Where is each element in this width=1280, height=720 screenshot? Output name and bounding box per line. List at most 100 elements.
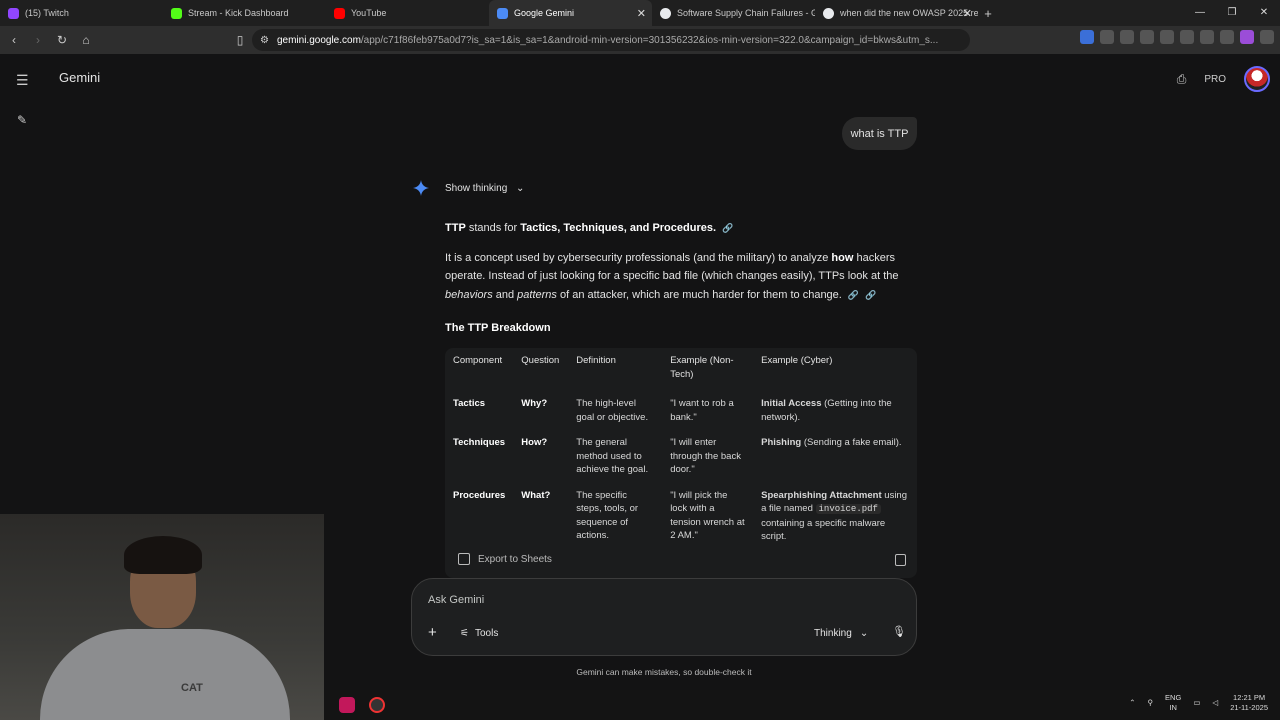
tab-youtube[interactable]: YouTube bbox=[326, 0, 489, 26]
gemini-icon bbox=[497, 7, 508, 19]
copy-icon[interactable] bbox=[895, 554, 906, 566]
tools-button[interactable]: ⚟ Tools bbox=[460, 628, 498, 639]
text: containing a specific malware script. bbox=[761, 517, 886, 543]
close-tab-icon[interactable]: ✕ bbox=[637, 7, 646, 20]
cell-definition: The specific steps, tools, or sequence o… bbox=[576, 489, 639, 542]
minimize-icon[interactable]: — bbox=[1184, 0, 1216, 26]
text: and bbox=[492, 288, 518, 301]
microphone-icon[interactable]: 🎙 bbox=[892, 625, 906, 638]
cell-component: Techniques bbox=[453, 437, 506, 448]
user-message: what is TTP bbox=[842, 117, 917, 150]
text: (Sending a fake email). bbox=[801, 437, 902, 448]
reload-icon[interactable]: ↻ bbox=[52, 33, 72, 47]
column-header: Component bbox=[453, 355, 503, 366]
person-hair bbox=[124, 536, 202, 574]
sidebar-toggle-icon[interactable] bbox=[1160, 30, 1174, 44]
tab-twitch[interactable]: (15) Twitch bbox=[0, 0, 163, 26]
puzzle-icon[interactable] bbox=[1120, 30, 1134, 44]
response-paragraph: TTP stands for Tactics, Techniques, and … bbox=[445, 219, 917, 238]
app-icon[interactable] bbox=[369, 697, 385, 713]
tab-gemini[interactable]: Google Gemini ✕ bbox=[489, 0, 652, 26]
tab-kick[interactable]: Stream - Kick Dashboard bbox=[163, 0, 326, 26]
bold-text: Spearphishing Attachment bbox=[761, 489, 882, 501]
toolbar: ‹ › ↻ ⌂ ▯ ⚙ gemini.google.com/app/c71f86… bbox=[0, 26, 1280, 54]
extension-icon[interactable] bbox=[1140, 30, 1154, 44]
table-header: Component Question Definition Example (N… bbox=[445, 348, 917, 391]
mode-selector[interactable]: Thinking ⌄ bbox=[814, 628, 868, 639]
volume-icon[interactable]: ◁ bbox=[1212, 698, 1218, 708]
back-icon[interactable]: ‹ bbox=[4, 33, 24, 47]
clock[interactable]: 12:21 PM 21-11-2025 bbox=[1230, 693, 1268, 713]
tab-title: Software Supply Chain Failures - Goo bbox=[677, 8, 815, 18]
menu-icon[interactable] bbox=[1260, 30, 1274, 44]
italic-text: patterns bbox=[517, 288, 557, 301]
bold-text: how bbox=[831, 251, 854, 264]
extension-icon[interactable] bbox=[1080, 30, 1094, 44]
gemini-sparkle-icon bbox=[413, 180, 429, 196]
close-tab-icon[interactable]: ✕ bbox=[963, 7, 972, 20]
tab-title: Stream - Kick Dashboard bbox=[188, 8, 289, 18]
response-paragraph: It is a concept used by cybersecurity pr… bbox=[445, 249, 917, 305]
site-info-icon[interactable]: ⚙ bbox=[260, 35, 269, 46]
header-actions: ⎙ PRO bbox=[1177, 66, 1270, 92]
wallet-icon[interactable] bbox=[1180, 30, 1194, 44]
show-thinking-button[interactable]: Show thinking ⌄ bbox=[445, 183, 524, 194]
extension-icon[interactable] bbox=[1100, 30, 1114, 44]
tab-supply-chain[interactable]: Software Supply Chain Failures - Goo bbox=[652, 0, 815, 26]
tab-owasp[interactable]: when did the new OWASP 2025 relea ✕ bbox=[815, 0, 978, 26]
italic-text: behaviors bbox=[445, 288, 493, 301]
source-link-icon[interactable]: 🔗 bbox=[722, 223, 733, 233]
forward-icon[interactable]: › bbox=[28, 33, 48, 47]
url-path: /app/c71f86feb975a0d7?is_sa=1&is_sa=1&an… bbox=[360, 34, 939, 46]
code-text: invoice.pdf bbox=[815, 504, 881, 514]
column-header: Definition bbox=[576, 355, 616, 366]
tools-icon: ⚟ bbox=[460, 628, 469, 639]
new-chat-icon[interactable]: ✎ bbox=[17, 113, 27, 127]
table-row: Procedures What? The specific steps, too… bbox=[445, 483, 917, 550]
time: 12:21 PM bbox=[1233, 693, 1266, 702]
lang-label: ENG bbox=[1165, 693, 1182, 702]
new-tab-button[interactable]: + bbox=[978, 6, 998, 21]
shield-icon[interactable] bbox=[1220, 30, 1234, 44]
person-shirt bbox=[40, 629, 290, 720]
chevron-up-icon[interactable]: ⌃ bbox=[1129, 698, 1135, 708]
restore-icon[interactable]: ❐ bbox=[1216, 0, 1248, 26]
date: 21-11-2025 bbox=[1230, 703, 1268, 712]
home-icon[interactable]: ⌂ bbox=[76, 33, 96, 47]
address-bar[interactable]: ⚙ gemini.google.com/app/c71f86feb975a0d7… bbox=[252, 29, 970, 51]
avatar[interactable] bbox=[1244, 66, 1270, 92]
url-host: gemini.google.com bbox=[276, 34, 361, 46]
text: It is a concept used by cybersecurity pr… bbox=[445, 251, 832, 264]
text: stands for bbox=[465, 222, 521, 234]
close-window-icon[interactable]: ✕ bbox=[1248, 0, 1280, 26]
language-indicator[interactable]: ENG IN bbox=[1165, 693, 1181, 713]
kick-icon bbox=[171, 7, 182, 19]
add-icon[interactable]: + bbox=[428, 624, 437, 641]
bookmark-icon[interactable]: ▯ bbox=[230, 33, 250, 47]
column-header: Example (Non-Tech) bbox=[670, 355, 734, 380]
cell-component: Tactics bbox=[453, 398, 486, 409]
prompt-box[interactable]: Ask Gemini + ⚟ Tools Thinking ⌄ 🎙 bbox=[411, 578, 917, 656]
cell-nontech: "I want to rob a bank." bbox=[670, 398, 734, 423]
prompt-input[interactable]: Ask Gemini bbox=[428, 594, 484, 606]
shirt-logo: CAT bbox=[181, 682, 203, 694]
hamburger-menu-icon[interactable]: ☰ bbox=[16, 72, 29, 89]
extension-icon[interactable] bbox=[1200, 30, 1214, 44]
region-label: IN bbox=[1169, 703, 1177, 712]
app-icon[interactable] bbox=[339, 697, 355, 713]
bold-text: Initial Access bbox=[761, 398, 822, 409]
source-link-icon[interactable]: 🔗 bbox=[865, 290, 876, 300]
cell-cyber: Initial Access (Getting into the network… bbox=[753, 391, 917, 430]
print-icon[interactable]: ⎙ bbox=[1177, 72, 1187, 87]
app-title: Gemini bbox=[59, 70, 101, 85]
export-to-sheets-button[interactable]: Export to Sheets bbox=[458, 553, 552, 565]
vpn-icon[interactable] bbox=[1240, 30, 1254, 44]
network-icon[interactable]: ▭ bbox=[1193, 698, 1200, 708]
location-icon[interactable]: ⚲ bbox=[1148, 698, 1154, 708]
table-row: Techniques How? The general method used … bbox=[445, 430, 917, 483]
cell-nontech: "I will enter through the back door." bbox=[670, 437, 741, 475]
cell-cyber: Spearphishing Attachment using a file na… bbox=[753, 483, 917, 550]
source-link-icon[interactable]: 🔗 bbox=[848, 290, 859, 300]
chevron-down-icon: ⌄ bbox=[859, 628, 869, 639]
cell-nontech: "I will pick the lock with a tension wre… bbox=[670, 489, 745, 542]
